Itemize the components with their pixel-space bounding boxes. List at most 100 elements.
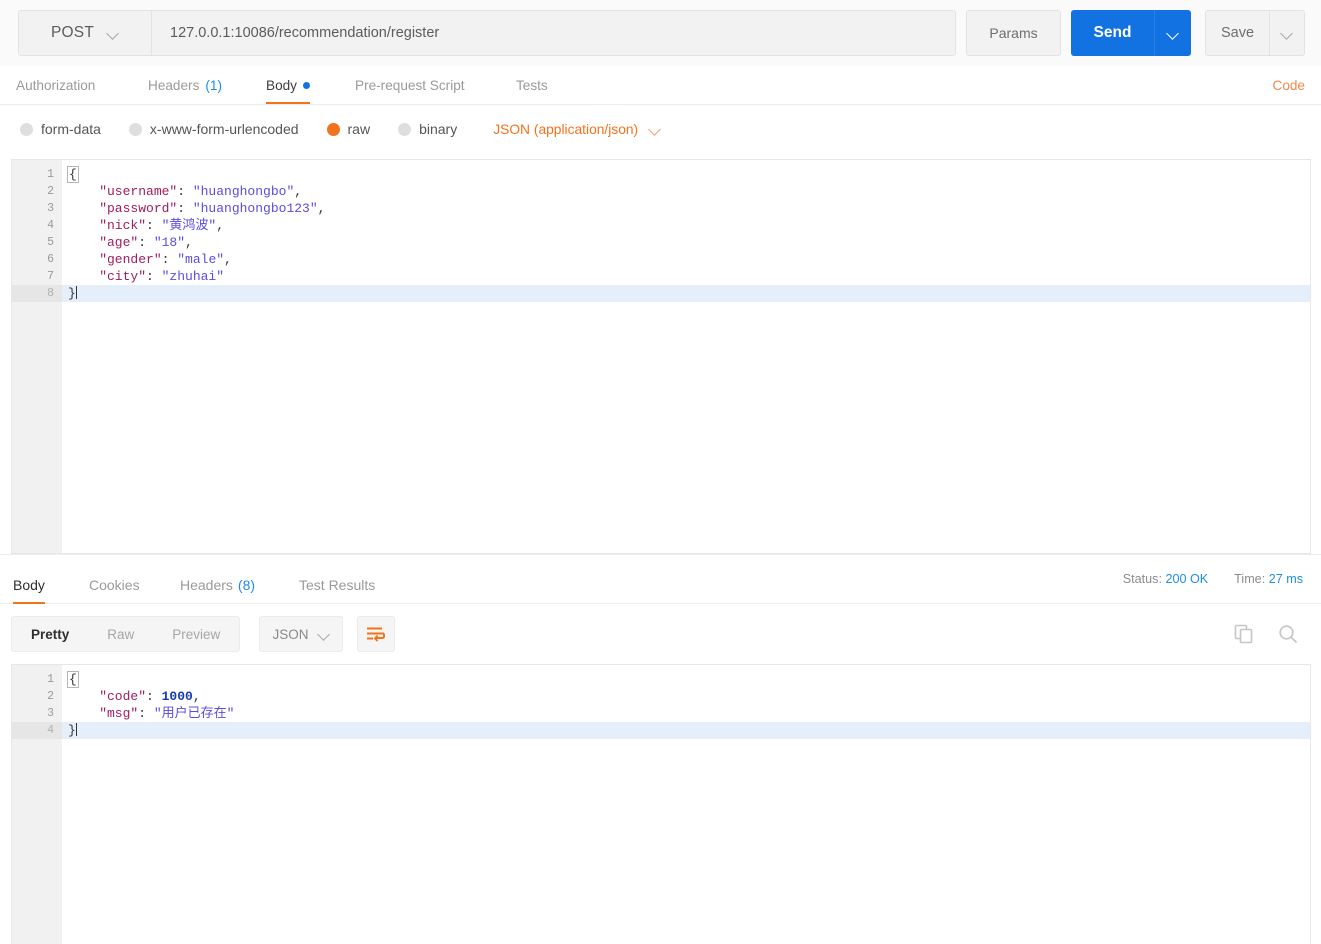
code-line: { (62, 671, 1310, 688)
code-line: "gender": "male", (62, 251, 1310, 268)
response-toolbar: Pretty Raw Preview JSON (0, 604, 1321, 664)
copy-icon (1234, 624, 1253, 644)
copy-button[interactable] (1233, 623, 1255, 645)
response-editor-code[interactable]: { "code": 1000, "msg": "用户已存在"} (62, 665, 1310, 944)
line-number: 7 (47, 270, 54, 283)
line-number: 3 (47, 707, 54, 720)
http-method-label: POST (50, 24, 94, 41)
response-tab-cookies[interactable]: Cookies (89, 565, 140, 604)
token-str: "18" (153, 235, 186, 250)
chevron-down-icon (1282, 28, 1293, 39)
request-url-input[interactable] (152, 11, 955, 55)
radio-form-data[interactable]: form-data (20, 121, 101, 137)
tab-label: Cookies (89, 576, 140, 593)
response-tab-headers[interactable]: Headers (8) (180, 565, 255, 604)
word-wrap-icon (367, 627, 385, 642)
radio-binary[interactable]: binary (398, 121, 457, 137)
send-options-button[interactable] (1154, 10, 1191, 56)
token-pun: , (192, 689, 201, 704)
view-pretty-button[interactable]: Pretty (12, 617, 88, 651)
radio-icon (128, 122, 142, 136)
token-str: "huanghongbo123" (192, 201, 318, 216)
radio-label: x-www-form-urlencoded (149, 121, 299, 137)
tab-headers[interactable]: Headers (1) (148, 66, 222, 104)
save-options-button[interactable] (1269, 11, 1304, 55)
token-key: "code" (68, 689, 147, 704)
request-body-editor[interactable]: 1 2 3 4 5 6 7 8 { "username": "huanghongbo", "p… (11, 159, 1311, 554)
token-pun: : (146, 689, 162, 704)
token-pun: : (161, 252, 178, 267)
code-line: "username": "huanghongbo", (62, 183, 1310, 200)
format-label: JSON (272, 626, 309, 642)
token-str: "黄鸿波" (161, 218, 217, 233)
token-str: "用户已存在" (153, 706, 235, 721)
radio-x-www-form-urlencoded[interactable]: x-www-form-urlencoded (128, 121, 299, 137)
response-tab-test-results[interactable]: Test Results (299, 565, 375, 604)
request-tabs: Authorization Headers (1) Body Pre-reque… (0, 66, 1321, 105)
line-number: 4 (47, 219, 54, 232)
tab-count: (1) (205, 77, 223, 93)
radio-icon-selected (326, 122, 340, 136)
response-actions (1233, 616, 1299, 652)
tab-label: Headers (148, 77, 200, 93)
code-line: "code": 1000, (62, 688, 1310, 705)
chevron-down-icon (319, 629, 330, 640)
radio-raw[interactable]: raw (326, 121, 371, 137)
code-link[interactable]: Code (1273, 66, 1306, 104)
response-meta: Status: 200 OK Time: 27 ms (1123, 555, 1303, 603)
tab-authorization[interactable]: Authorization (16, 66, 95, 104)
token-pun: , (224, 252, 232, 267)
token-pun: : (146, 269, 162, 284)
tab-body[interactable]: Body (266, 66, 310, 104)
token-key: "password" (68, 201, 178, 216)
chevron-down-icon (108, 28, 119, 39)
code-line: "city": "zhuhai" (62, 268, 1310, 285)
token-key: "nick" (68, 218, 147, 233)
request-url-bar: POST Params Send Save (0, 0, 1321, 66)
response-format-selector[interactable]: JSON (259, 616, 343, 652)
view-raw-button[interactable]: Raw (88, 617, 153, 651)
token-str: "huanghongbo" (192, 184, 295, 199)
response-tab-body[interactable]: Body (13, 565, 45, 604)
token-pun: , (294, 184, 303, 199)
radio-label: raw (347, 121, 371, 137)
token-key: "city" (68, 269, 147, 284)
token-pun: , (185, 235, 193, 250)
view-label: Pretty (31, 626, 70, 642)
code-line: } (62, 722, 1310, 739)
tab-label: Pre-request Script (355, 77, 465, 93)
token-pun: : (138, 235, 154, 250)
request-editor-code[interactable]: { "username": "huanghongbo", "password":… (62, 160, 1310, 553)
search-button[interactable] (1277, 623, 1299, 645)
token-pun: : (138, 706, 154, 721)
tab-label: Tests (516, 77, 548, 93)
save-button[interactable]: Save (1206, 11, 1269, 55)
code-line: } (62, 285, 1310, 302)
token-key: "gender" (68, 252, 162, 267)
status-badge: Status: 200 OK (1123, 572, 1208, 586)
chevron-down-icon (650, 124, 661, 135)
view-preview-button[interactable]: Preview (153, 617, 239, 651)
response-body-editor[interactable]: 1 2 3 4 { "code": 1000, "msg": "用户已存在"} (11, 664, 1311, 944)
content-type-selector[interactable]: JSON (application/json) (493, 122, 661, 137)
http-method-selector[interactable]: POST (19, 11, 152, 55)
tab-pre-request-script[interactable]: Pre-request Script (355, 66, 465, 104)
token-brace_box: { (67, 671, 79, 688)
status-label: Status: (1122, 572, 1162, 586)
line-number: 2 (47, 690, 54, 703)
time-badge: Time: 27 ms (1234, 572, 1303, 586)
request-editor-gutter: 1 2 3 4 5 6 7 8 (12, 160, 74, 553)
word-wrap-button[interactable] (357, 616, 395, 652)
response-view-segmented-control: Pretty Raw Preview (11, 616, 241, 652)
code-line: { (62, 166, 1310, 183)
line-number: 6 (47, 253, 54, 266)
tab-tests[interactable]: Tests (516, 66, 548, 104)
text-cursor (75, 286, 77, 299)
save-button-group: Save (1205, 10, 1305, 56)
send-button[interactable]: Send (1071, 10, 1154, 56)
code-line: "nick": "黄鸿波", (62, 217, 1310, 234)
params-button[interactable]: Params (966, 10, 1061, 56)
method-and-url-group: POST (18, 10, 956, 56)
token-key: "username" (68, 184, 178, 199)
token-num: 1000 (161, 689, 193, 704)
